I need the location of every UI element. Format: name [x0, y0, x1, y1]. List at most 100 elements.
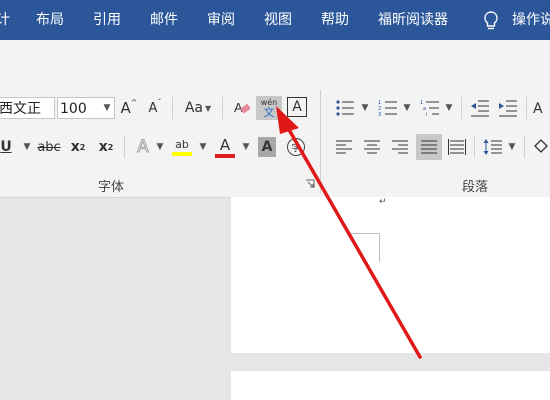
character-shading-button[interactable]: A — [258, 137, 276, 157]
text-effects-button[interactable]: A — [133, 136, 153, 158]
bullets-dropdown-icon[interactable]: ▼ — [358, 97, 372, 119]
svg-text:3: 3 — [378, 112, 381, 117]
svg-text:A: A — [234, 100, 243, 115]
divider — [474, 136, 475, 158]
clear-formatting-button[interactable]: A — [231, 97, 253, 119]
divider — [524, 136, 525, 158]
tab-design[interactable]: 计 — [0, 0, 10, 40]
distributed-icon — [448, 139, 466, 155]
divider — [172, 97, 173, 119]
underline-dropdown-icon[interactable]: ▼ — [20, 136, 34, 158]
decrease-indent-button[interactable] — [469, 97, 491, 119]
enclose-characters-icon: 字 — [287, 138, 305, 156]
ribbon-tab-bar: 计 布局 引用 邮件 审阅 视图 帮助 福昕阅读器 操作说 — [0, 0, 550, 40]
tab-view[interactable]: 视图 — [264, 0, 292, 40]
subscript-mark: 2 — [79, 142, 86, 152]
underline-button[interactable]: U — [0, 136, 14, 158]
document-page[interactable]: ↵ — [231, 197, 550, 353]
lightbulb-icon[interactable] — [482, 0, 502, 40]
font-dialog-launcher-icon[interactable] — [304, 178, 316, 190]
underline-icon: U — [0, 139, 12, 155]
font-size-dropdown-icon[interactable]: ▼ — [100, 97, 114, 119]
character-shading-icon: A — [261, 139, 273, 155]
multilevel-list-dropdown-icon[interactable]: ▼ — [442, 97, 456, 119]
increase-indent-button[interactable] — [497, 97, 519, 119]
clear-formatting-icon: A — [234, 100, 251, 115]
tab-review[interactable]: 审阅 — [207, 0, 235, 40]
font-color-button[interactable]: A — [214, 134, 236, 160]
bullets-button[interactable] — [334, 97, 356, 119]
grow-font-icon: A — [120, 99, 131, 117]
paint-bucket-icon — [534, 139, 548, 153]
change-case-button[interactable]: Aa ▼ — [180, 97, 216, 119]
highlight-button[interactable]: ab — [171, 134, 193, 160]
multilevel-list-icon: 1ai — [420, 100, 439, 117]
font-size-value: 100 — [60, 101, 87, 117]
numbering-icon: 123 — [378, 100, 397, 117]
text-effects-icon: A — [137, 137, 150, 158]
align-left-button[interactable] — [334, 136, 354, 158]
character-border-icon: A — [292, 99, 302, 115]
align-left-icon — [336, 140, 352, 154]
chinese-layout-icon: A — [533, 101, 543, 117]
align-right-icon — [392, 140, 408, 154]
divider — [461, 97, 462, 119]
justify-button[interactable] — [416, 134, 442, 160]
align-center-button[interactable] — [362, 136, 382, 158]
superscript-mark: 2 — [107, 142, 114, 152]
tab-references[interactable]: 引用 — [93, 0, 121, 40]
text-boundary-corner — [349, 233, 380, 262]
ribbon: 西文正 100 ▼ A ^ Aˇ Aa ▼ A wén 文 A U ▼ abc x2… — [0, 40, 550, 198]
divider — [526, 97, 527, 119]
line-spacing-icon — [483, 139, 502, 155]
grow-font-button[interactable]: A ^ — [119, 97, 139, 119]
text-effects-dropdown-icon[interactable]: ▼ — [153, 136, 167, 158]
character-border-button[interactable]: A — [287, 97, 307, 117]
bullets-icon — [336, 100, 354, 116]
strikethrough-button[interactable]: abc — [36, 136, 62, 158]
highlight-dropdown-icon[interactable]: ▼ — [196, 136, 210, 158]
align-center-icon — [364, 140, 380, 154]
enclose-characters-button[interactable]: 字 — [285, 136, 307, 158]
phonetic-guide-icon-bottom: 文 — [263, 105, 275, 119]
font-color-bar — [215, 154, 235, 158]
superscript-button[interactable]: x2 — [96, 136, 116, 158]
decrease-indent-icon — [471, 100, 489, 117]
shrink-font-icon: A — [148, 100, 158, 116]
multilevel-list-button[interactable]: 1ai — [419, 97, 441, 119]
tab-mailings[interactable]: 邮件 — [150, 0, 178, 40]
distributed-button[interactable] — [447, 136, 467, 158]
numbering-dropdown-icon[interactable]: ▼ — [400, 97, 414, 119]
justify-icon — [421, 140, 437, 154]
change-case-icon: Aa — [184, 100, 203, 116]
paragraph-mark: ↵ — [379, 197, 387, 207]
superscript-icon: x — [98, 139, 108, 155]
align-right-button[interactable] — [390, 136, 410, 158]
paragraph-shading-button[interactable] — [532, 136, 550, 158]
line-spacing-dropdown-icon[interactable]: ▼ — [505, 136, 519, 158]
svg-text:i: i — [426, 112, 427, 117]
divider — [222, 97, 223, 119]
document-page-next[interactable] — [231, 371, 550, 400]
line-spacing-button[interactable] — [482, 136, 504, 158]
tab-tell-me[interactable]: 操作说 — [512, 0, 550, 40]
subscript-button[interactable]: x2 — [68, 136, 88, 158]
numbering-button[interactable]: 123 — [377, 97, 399, 119]
highlight-color-bar — [172, 152, 192, 156]
chinese-layout-button[interactable]: A — [533, 97, 550, 119]
font-name-combo[interactable]: 西文正 — [0, 97, 55, 119]
group-divider — [320, 90, 321, 194]
tab-foxit-reader[interactable]: 福昕阅读器 — [378, 0, 448, 40]
font-color-icon: A — [219, 136, 231, 154]
paragraph-group-label: 段落 — [462, 180, 489, 195]
tab-help[interactable]: 帮助 — [321, 0, 349, 40]
divider — [124, 136, 125, 158]
highlight-icon: ab — [175, 138, 189, 151]
shrink-font-button[interactable]: Aˇ — [145, 97, 165, 119]
font-color-dropdown-icon[interactable]: ▼ — [239, 136, 253, 158]
tab-layout[interactable]: 布局 — [36, 0, 64, 40]
increase-indent-icon — [499, 100, 517, 117]
phonetic-guide-button[interactable]: wén 文 — [256, 96, 282, 120]
font-group-label: 字体 — [98, 180, 125, 195]
subscript-icon: x — [70, 139, 80, 155]
